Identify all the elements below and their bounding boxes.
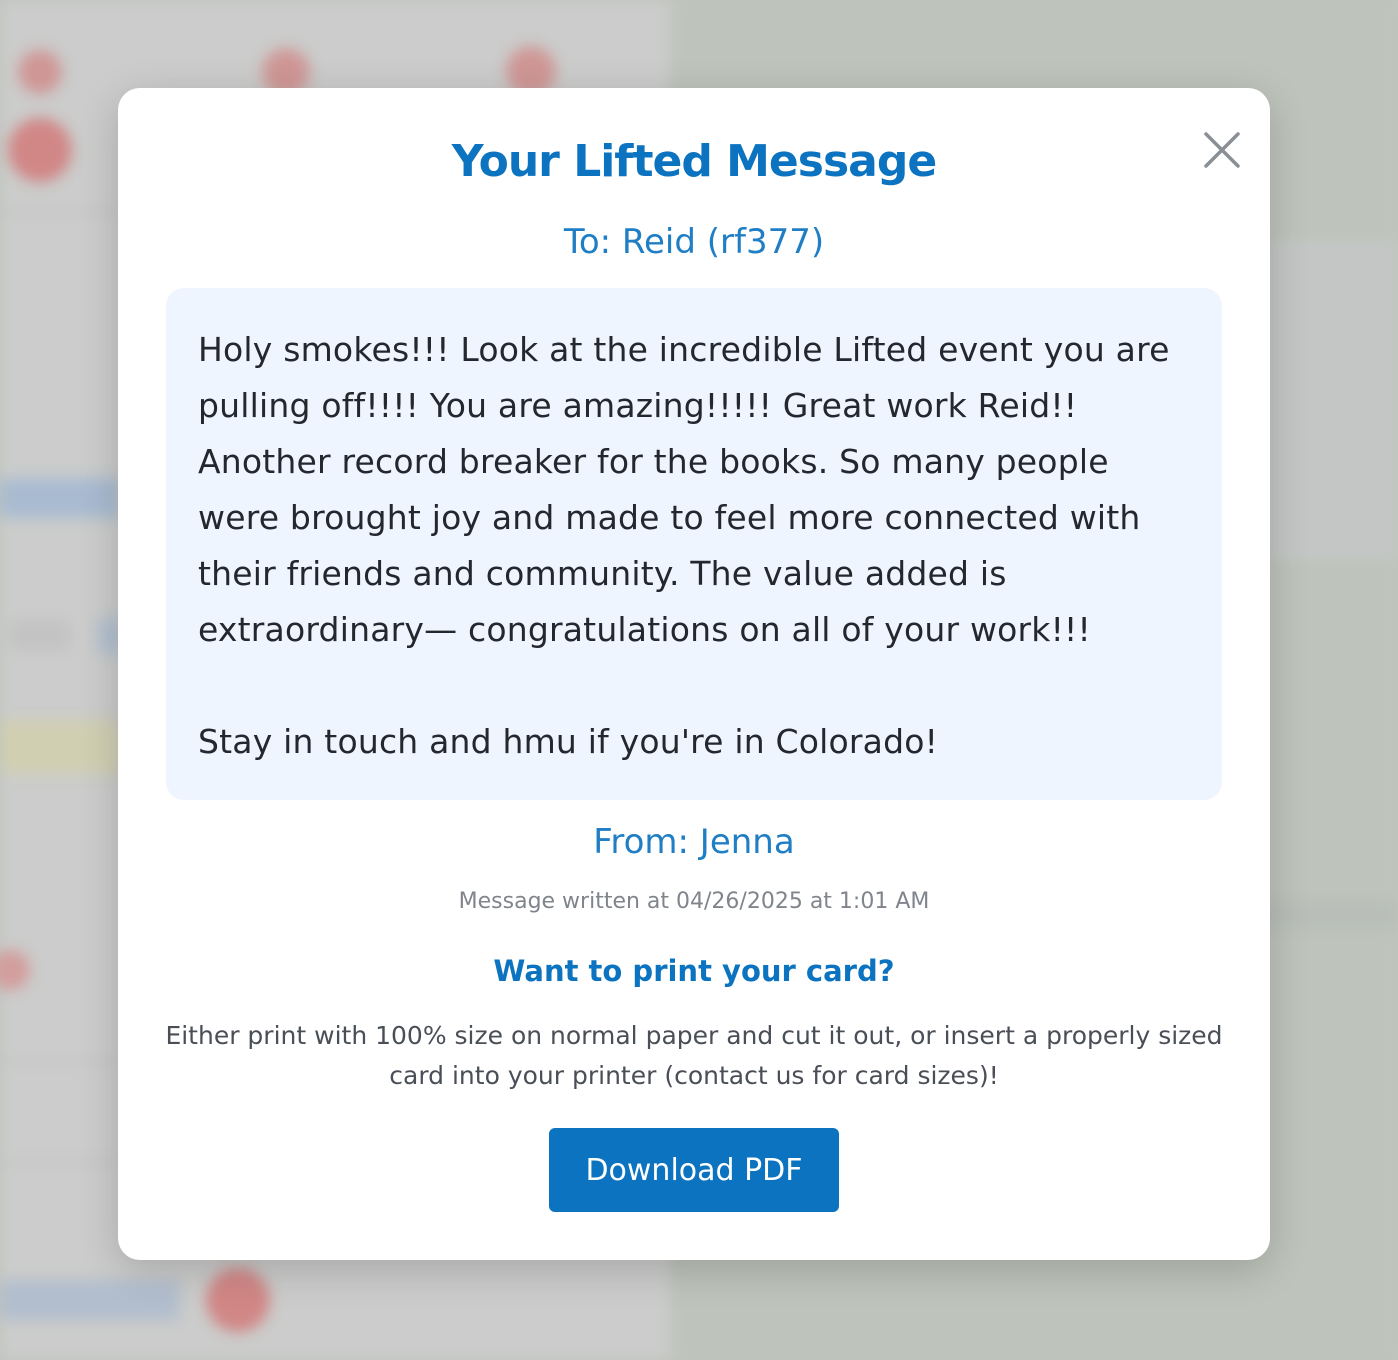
message-modal: Your Lifted Message To: Reid (rf377) Hol… — [118, 88, 1270, 1260]
message-body: Holy smokes!!! Look at the incredible Li… — [166, 288, 1222, 800]
sender-line: From: Jenna — [593, 822, 795, 862]
print-instructions: Either print with 100% size on normal pa… — [165, 1021, 1223, 1090]
download-pdf-button[interactable]: Download PDF — [549, 1128, 839, 1212]
print-heading: Want to print your card? — [493, 954, 895, 988]
message-timestamp: Message written at 04/26/2025 at 1:01 AM — [458, 889, 930, 914]
message-text: Holy smokes!!! Look at the incredible Li… — [198, 330, 1170, 761]
recipient-line: To: Reid (rf377) — [563, 222, 825, 262]
modal-title: Your Lifted Message — [451, 136, 937, 187]
